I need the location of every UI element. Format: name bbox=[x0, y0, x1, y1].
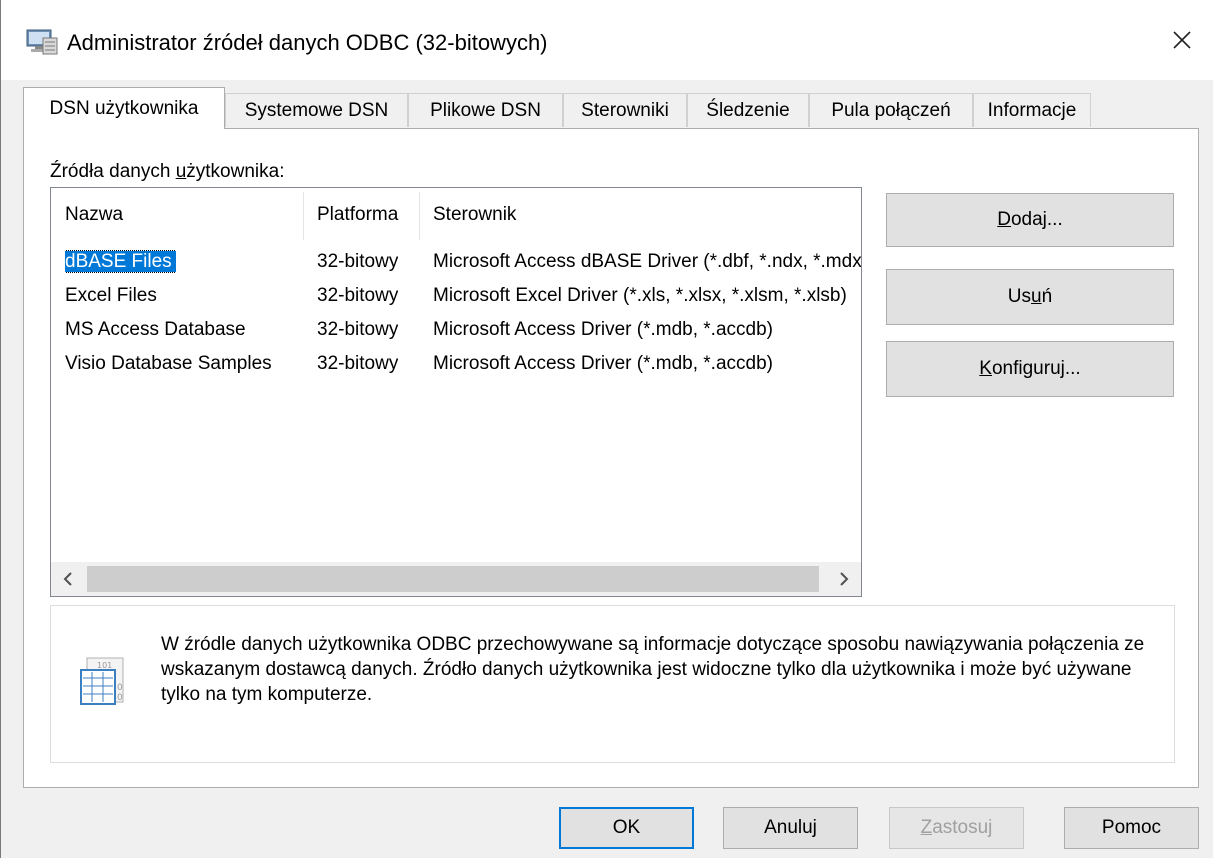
tab-drivers[interactable]: Sterowniki bbox=[563, 93, 687, 127]
tab-tracing[interactable]: Śledzenie bbox=[687, 93, 809, 127]
cell-name: Visio Database Samples bbox=[65, 353, 272, 374]
chevron-right-icon bbox=[840, 572, 849, 586]
configure-button[interactable]: Konfiguruj... bbox=[886, 341, 1174, 397]
add-button[interactable]: Dodaj... bbox=[886, 193, 1174, 247]
apply-button[interactable]: Zastosuj bbox=[889, 807, 1024, 849]
scrollbar-thumb[interactable] bbox=[87, 566, 819, 592]
title-bar[interactable]: Administrator źródeł danych ODBC (32-bit… bbox=[1, 0, 1213, 80]
database-info-icon: 101 0 0 bbox=[80, 657, 124, 705]
cell-platform: 32-bitowy bbox=[317, 251, 399, 272]
close-button[interactable] bbox=[1150, 10, 1213, 70]
horizontal-scrollbar[interactable] bbox=[51, 562, 861, 596]
scroll-right-button[interactable] bbox=[827, 562, 861, 596]
remove-button[interactable]: Us u ń bbox=[886, 269, 1174, 325]
cell-driver: Microsoft Access Driver (*.mdb, *.accdb) bbox=[433, 319, 773, 340]
list-item[interactable]: Visio Database Samples 32-bitowy Microso… bbox=[51, 348, 861, 380]
column-header-platform[interactable]: Platforma bbox=[303, 188, 419, 242]
tab-about[interactable]: Informacje bbox=[973, 93, 1091, 127]
list-item[interactable]: Excel Files 32-bitowy Microsoft Excel Dr… bbox=[51, 280, 861, 312]
cell-platform: 32-bitowy bbox=[317, 285, 399, 306]
help-button[interactable]: Pomoc bbox=[1064, 807, 1199, 849]
cell-name: dBASE Files bbox=[65, 250, 176, 273]
cell-driver: Microsoft Access Driver (*.mdb, *.accdb) bbox=[433, 353, 773, 374]
window-title: Administrator źródeł danych ODBC (32-bit… bbox=[67, 30, 548, 55]
column-header-name[interactable]: Nazwa bbox=[51, 188, 303, 242]
ok-button[interactable]: OK bbox=[559, 807, 694, 849]
info-description: W źródle danych użytkownika ODBC przecho… bbox=[161, 634, 1145, 705]
chevron-left-icon bbox=[63, 572, 72, 586]
odbc-admin-icon bbox=[26, 29, 58, 55]
cancel-button[interactable]: Anuluj bbox=[723, 807, 858, 849]
svg-text:0: 0 bbox=[117, 693, 123, 703]
column-header-driver[interactable]: Sterownik bbox=[419, 188, 859, 242]
cell-name: MS Access Database bbox=[65, 319, 246, 340]
data-sources-list[interactable]: Nazwa Platforma Sterownik dBASE Files 32… bbox=[50, 187, 862, 597]
user-data-sources-label: Źródła danych użytkownika: bbox=[50, 161, 285, 182]
close-icon bbox=[1173, 31, 1191, 49]
tab-panel-user-dsn: Źródła danych użytkownika: Nazwa Platfor… bbox=[23, 128, 1199, 788]
svg-text:0: 0 bbox=[117, 683, 123, 693]
cell-platform: 32-bitowy bbox=[317, 319, 399, 340]
info-box: 101 0 0 W źródle danych użytkownika ODBC… bbox=[50, 605, 1175, 763]
cell-name: Excel Files bbox=[65, 285, 157, 306]
scroll-left-button[interactable] bbox=[51, 562, 85, 596]
list-item[interactable]: dBASE Files 32-bitowy Microsoft Access d… bbox=[51, 246, 861, 278]
svg-text:101: 101 bbox=[97, 661, 112, 670]
tab-file-dsn[interactable]: Plikowe DSN bbox=[408, 93, 563, 127]
tab-connection-pooling[interactable]: Pula połączeń bbox=[809, 93, 973, 127]
cell-platform: 32-bitowy bbox=[317, 353, 399, 374]
odbc-admin-window: Administrator źródeł danych ODBC (32-bit… bbox=[0, 0, 1213, 858]
tab-user-dsn[interactable]: DSN użytkownika bbox=[23, 87, 225, 129]
tab-system-dsn[interactable]: Systemowe DSN bbox=[225, 93, 408, 127]
cell-driver: Microsoft Excel Driver (*.xls, *.xlsx, *… bbox=[433, 285, 847, 306]
cell-driver: Microsoft Access dBASE Driver (*.dbf, *.… bbox=[433, 251, 861, 272]
list-item[interactable]: MS Access Database 32-bitowy Microsoft A… bbox=[51, 314, 861, 346]
